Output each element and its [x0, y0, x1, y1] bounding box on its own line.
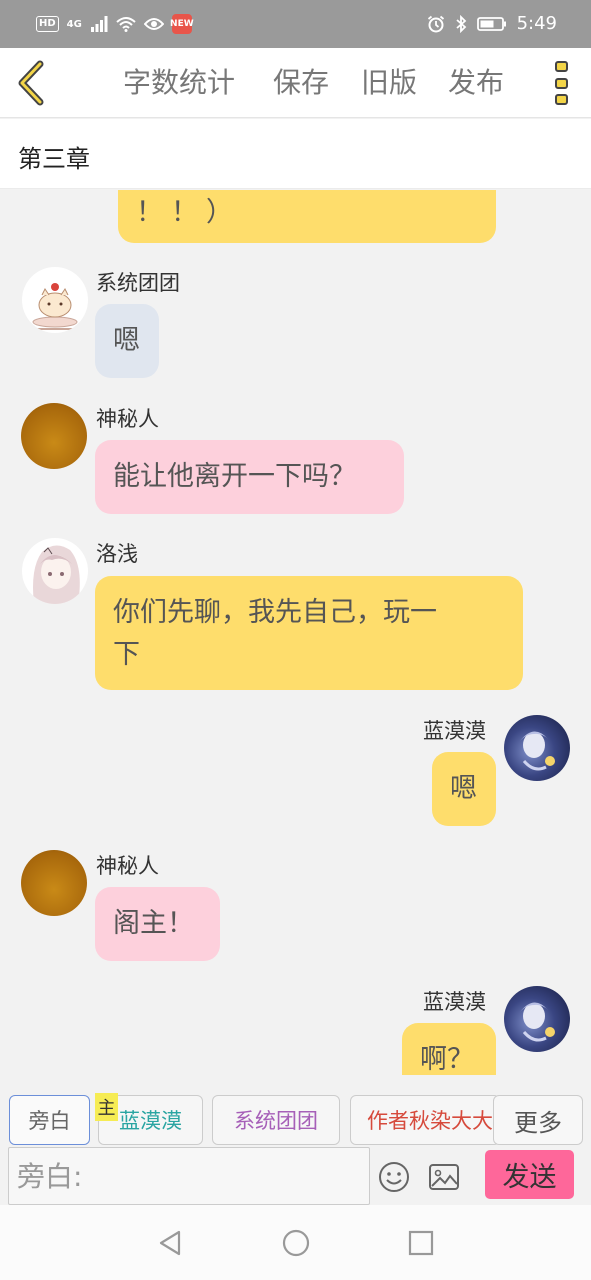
bluetooth-icon — [455, 14, 466, 33]
clock-time: 5:49 — [516, 13, 557, 34]
sender-name: 系统团团 — [96, 271, 180, 295]
battery-icon — [476, 16, 506, 31]
sender-name: 神秘人 — [96, 407, 159, 431]
wifi-icon — [116, 17, 136, 32]
message-text: 能让他离开一下吗？ — [113, 461, 356, 492]
more-menu-button[interactable] — [550, 60, 572, 106]
hd-badge: HD — [36, 16, 59, 32]
avatar[interactable] — [22, 538, 88, 604]
alarm-icon — [427, 15, 444, 32]
character-tab-label: 蓝漠漠 — [119, 1109, 182, 1133]
menu-dot — [554, 77, 568, 89]
send-button[interactable]: 发送 — [485, 1150, 574, 1199]
message-text-line: 你们先聊，我先自己，玩一 — [113, 597, 437, 628]
sender-name: 蓝漠漠 — [423, 990, 486, 1014]
publish-button[interactable]: 发布 — [448, 66, 504, 100]
message-bubble[interactable]: 嗯 — [95, 304, 159, 378]
avatar[interactable] — [22, 267, 88, 333]
character-tab-author[interactable]: 作者秋染大大 — [350, 1095, 500, 1145]
eye-icon — [143, 18, 164, 30]
composer: 旁白 蓝漠漠 主 系统团团 作者秋染大大 更多 旁白: 发送 — [0, 1075, 591, 1205]
message-text-line: 下 — [113, 639, 140, 670]
save-button[interactable]: 保存 — [273, 66, 329, 100]
chapter-bar[interactable]: 第三章 — [0, 119, 591, 189]
message-bubble[interactable]: 阁主！ — [95, 887, 220, 961]
signal-icon — [90, 16, 108, 32]
anime-boy-avatar-icon — [520, 731, 555, 771]
app-notification-icon: NEW — [170, 14, 194, 34]
old-version-button[interactable]: 旧版 — [361, 66, 417, 100]
system-nav-bar — [0, 1205, 591, 1280]
avatar[interactable] — [504, 986, 570, 1052]
sender-name: 蓝漠漠 — [423, 719, 486, 743]
network-type: 4G — [66, 18, 82, 30]
more-label: 更多 — [514, 1108, 562, 1137]
chapter-title: 第三章 — [18, 145, 90, 173]
message-input[interactable] — [9, 1148, 369, 1204]
app-root: HD 4G NEW 5:49 字数统计 保存 旧版 发布 第三章 ！！） 系统团… — [0, 0, 591, 1280]
more-vertical-icon — [554, 61, 568, 72]
chat-list[interactable]: ！！） 系统团团 嗯 神秘人 能让他离开一下吗？ 洛浅 你们先聊，我先自己，玩一… — [0, 190, 591, 1075]
image-icon — [429, 1164, 459, 1190]
triangle-back-icon — [159, 1230, 181, 1256]
message-text: 嗯 — [450, 773, 477, 804]
sender-name: 神秘人 — [96, 854, 159, 878]
square-recent-icon — [408, 1230, 434, 1256]
character-tab-xitongtuantuan[interactable]: 系统团团 — [212, 1095, 340, 1145]
message-bubble[interactable]: 啊？ — [402, 1023, 496, 1075]
nav-back-button[interactable] — [155, 1228, 185, 1258]
message-bubble[interactable]: 嗯 — [432, 752, 496, 826]
editor-header: 字数统计 保存 旧版 发布 — [0, 48, 591, 118]
character-tab-label: 系统团团 — [234, 1109, 318, 1133]
anime-boy-avatar-icon — [520, 1002, 555, 1042]
image-button[interactable] — [428, 1163, 460, 1191]
character-tab-narrator[interactable]: 旁白 — [9, 1095, 90, 1145]
status-bar: HD 4G NEW 5:49 — [0, 0, 591, 48]
nav-home-button[interactable] — [281, 1228, 311, 1258]
menu-dot — [554, 94, 568, 105]
nav-recent-button[interactable] — [406, 1228, 436, 1258]
circle-home-icon — [282, 1229, 310, 1257]
character-tab-label: 作者秋染大大 — [367, 1109, 493, 1133]
emoji-button[interactable] — [378, 1161, 410, 1193]
main-character-badge: 主 — [95, 1093, 118, 1121]
sender-name: 洛浅 — [96, 542, 138, 566]
cat-avatar-icon — [32, 283, 78, 330]
status-right: 5:49 — [427, 13, 557, 34]
message-text: 阁主！ — [113, 908, 194, 939]
emoji-icon — [379, 1162, 409, 1192]
avatar[interactable] — [21, 403, 87, 469]
message-text: ！！） — [136, 197, 241, 228]
back-button[interactable] — [14, 60, 50, 106]
avatar[interactable] — [21, 850, 87, 916]
character-tab-label: 旁白 — [28, 1109, 71, 1133]
message-bubble[interactable]: 你们先聊，我先自己，玩一 下 — [95, 576, 523, 690]
anime-girl-avatar-icon — [33, 545, 80, 604]
send-label: 发送 — [502, 1162, 557, 1193]
message-text: 啊？ — [420, 1044, 474, 1075]
message-text: 嗯 — [113, 325, 140, 356]
avatar[interactable] — [504, 715, 570, 781]
word-count-button[interactable]: 字数统计 — [123, 66, 235, 100]
message-bubble[interactable]: ！！） — [118, 190, 496, 243]
chevron-left-icon — [18, 60, 44, 106]
message-bubble[interactable]: 能让他离开一下吗？ — [95, 440, 404, 514]
more-characters-button[interactable]: 更多 — [493, 1095, 583, 1145]
message-input-box[interactable] — [8, 1147, 370, 1205]
status-left: HD 4G NEW — [36, 14, 194, 34]
